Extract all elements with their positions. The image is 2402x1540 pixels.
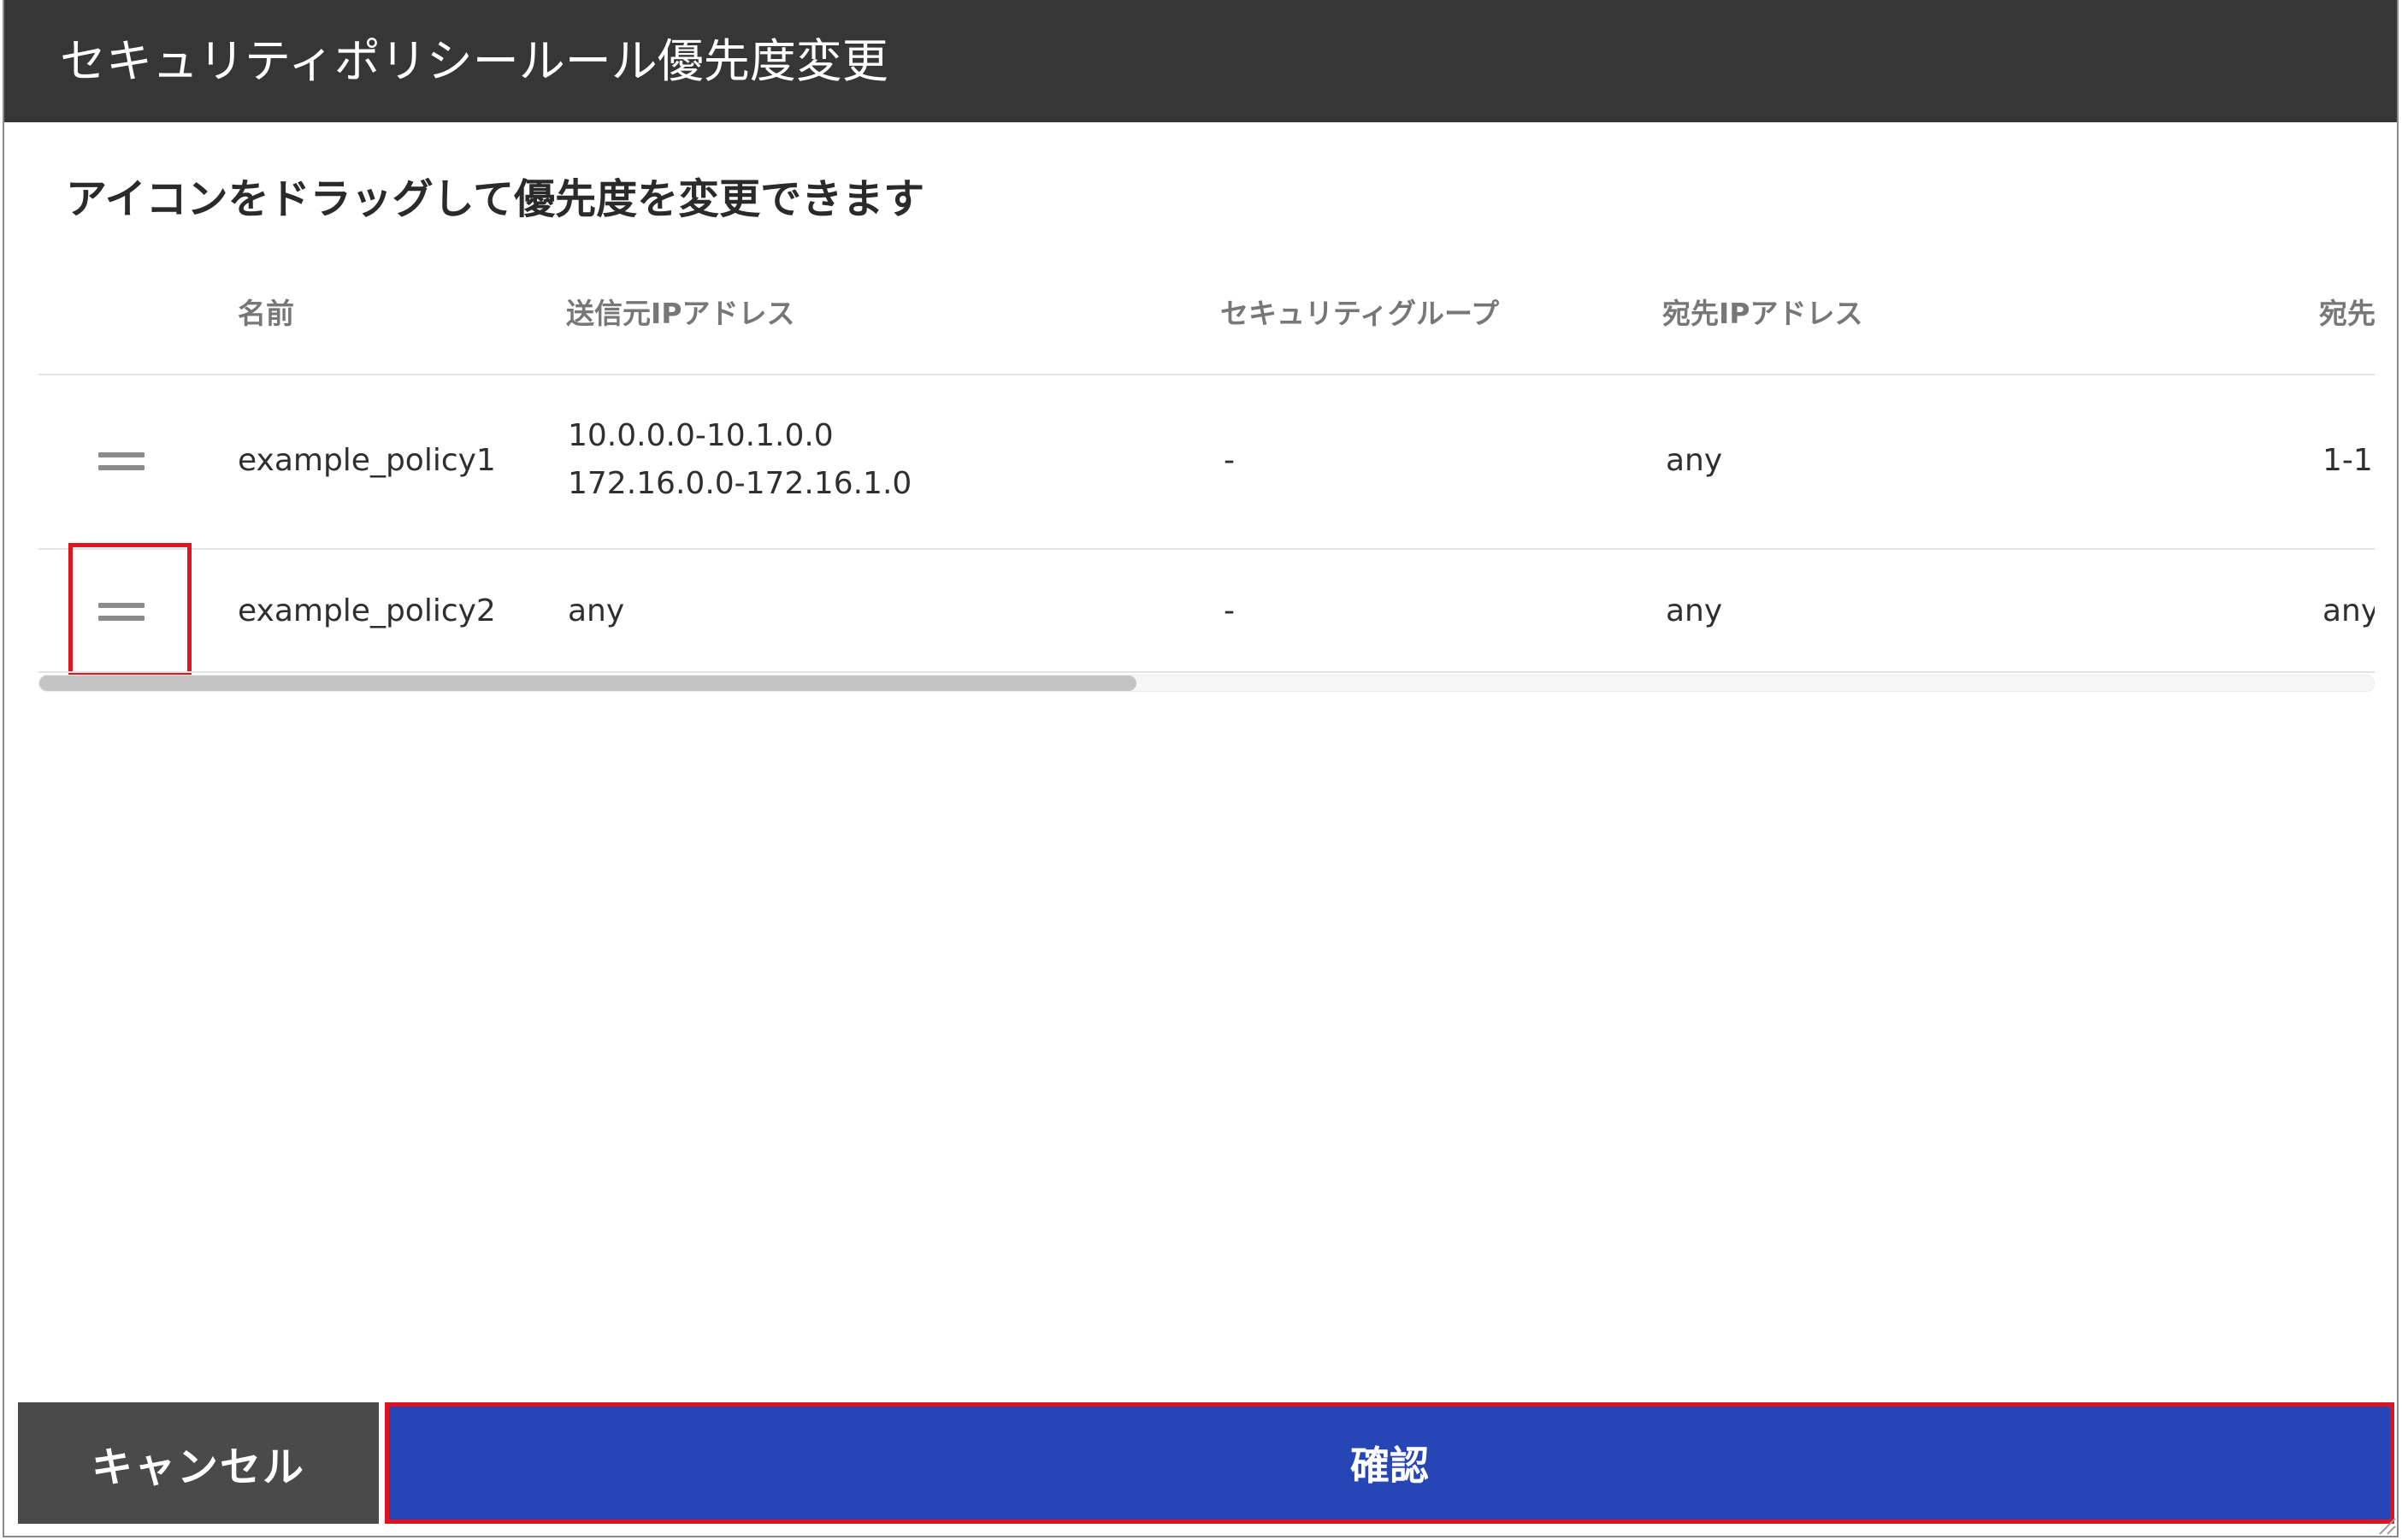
cell-destination-port: 1-1 <box>2322 443 2373 478</box>
dialog-header: セキュリティポリシールール優先度変更 <box>4 0 2397 122</box>
priority-change-dialog: セキュリティポリシールール優先度変更 アイコンをドラッグして優先度を変更できます… <box>3 0 2399 1537</box>
column-header-source-ip: 送信元IPアドレス <box>566 297 795 330</box>
column-header-destination-ip: 宛先IPアドレス <box>1662 297 1863 330</box>
cell-security-group: - <box>1224 593 1235 628</box>
resize-grip-icon[interactable] <box>2373 1512 2397 1536</box>
cancel-button[interactable]: キャンセル <box>18 1402 379 1524</box>
column-header-destination-port: 宛先 <box>2319 297 2375 330</box>
header-divider <box>38 374 2375 375</box>
cell-source-ip: 172.16.0.0-172.16.1.0 <box>568 466 912 501</box>
cell-source-ip: 10.0.0.0-10.1.0.0 <box>568 418 834 453</box>
confirm-button[interactable]: 確認 <box>385 1402 2394 1524</box>
cell-destination-ip: any <box>1666 593 1723 628</box>
row-divider <box>38 671 2375 673</box>
drag-handle-icon[interactable] <box>98 603 145 622</box>
cell-name: example_policy1 <box>238 443 496 478</box>
column-header-name: 名前 <box>238 297 294 330</box>
policy-table: 名前 送信元IPアドレス セキュリティグループ 宛先IPアドレス 宛先 exam… <box>38 257 2375 693</box>
cell-source-ip: any <box>568 593 625 628</box>
cell-name: example_policy2 <box>238 593 496 628</box>
cell-destination-ip: any <box>1666 443 1723 478</box>
drag-handle-icon[interactable] <box>98 452 145 471</box>
column-header-security-group: セキュリティグループ <box>1220 297 1500 330</box>
scrollbar-thumb[interactable] <box>39 676 1136 691</box>
dialog-title: セキュリティポリシールール優先度変更 <box>60 34 888 88</box>
cell-destination-port: any <box>2322 593 2375 628</box>
instruction-text: アイコンをドラッグして優先度を変更できます <box>66 175 925 223</box>
row-divider <box>38 548 2375 550</box>
horizontal-scrollbar[interactable] <box>38 675 2375 692</box>
cell-security-group: - <box>1224 443 1235 478</box>
